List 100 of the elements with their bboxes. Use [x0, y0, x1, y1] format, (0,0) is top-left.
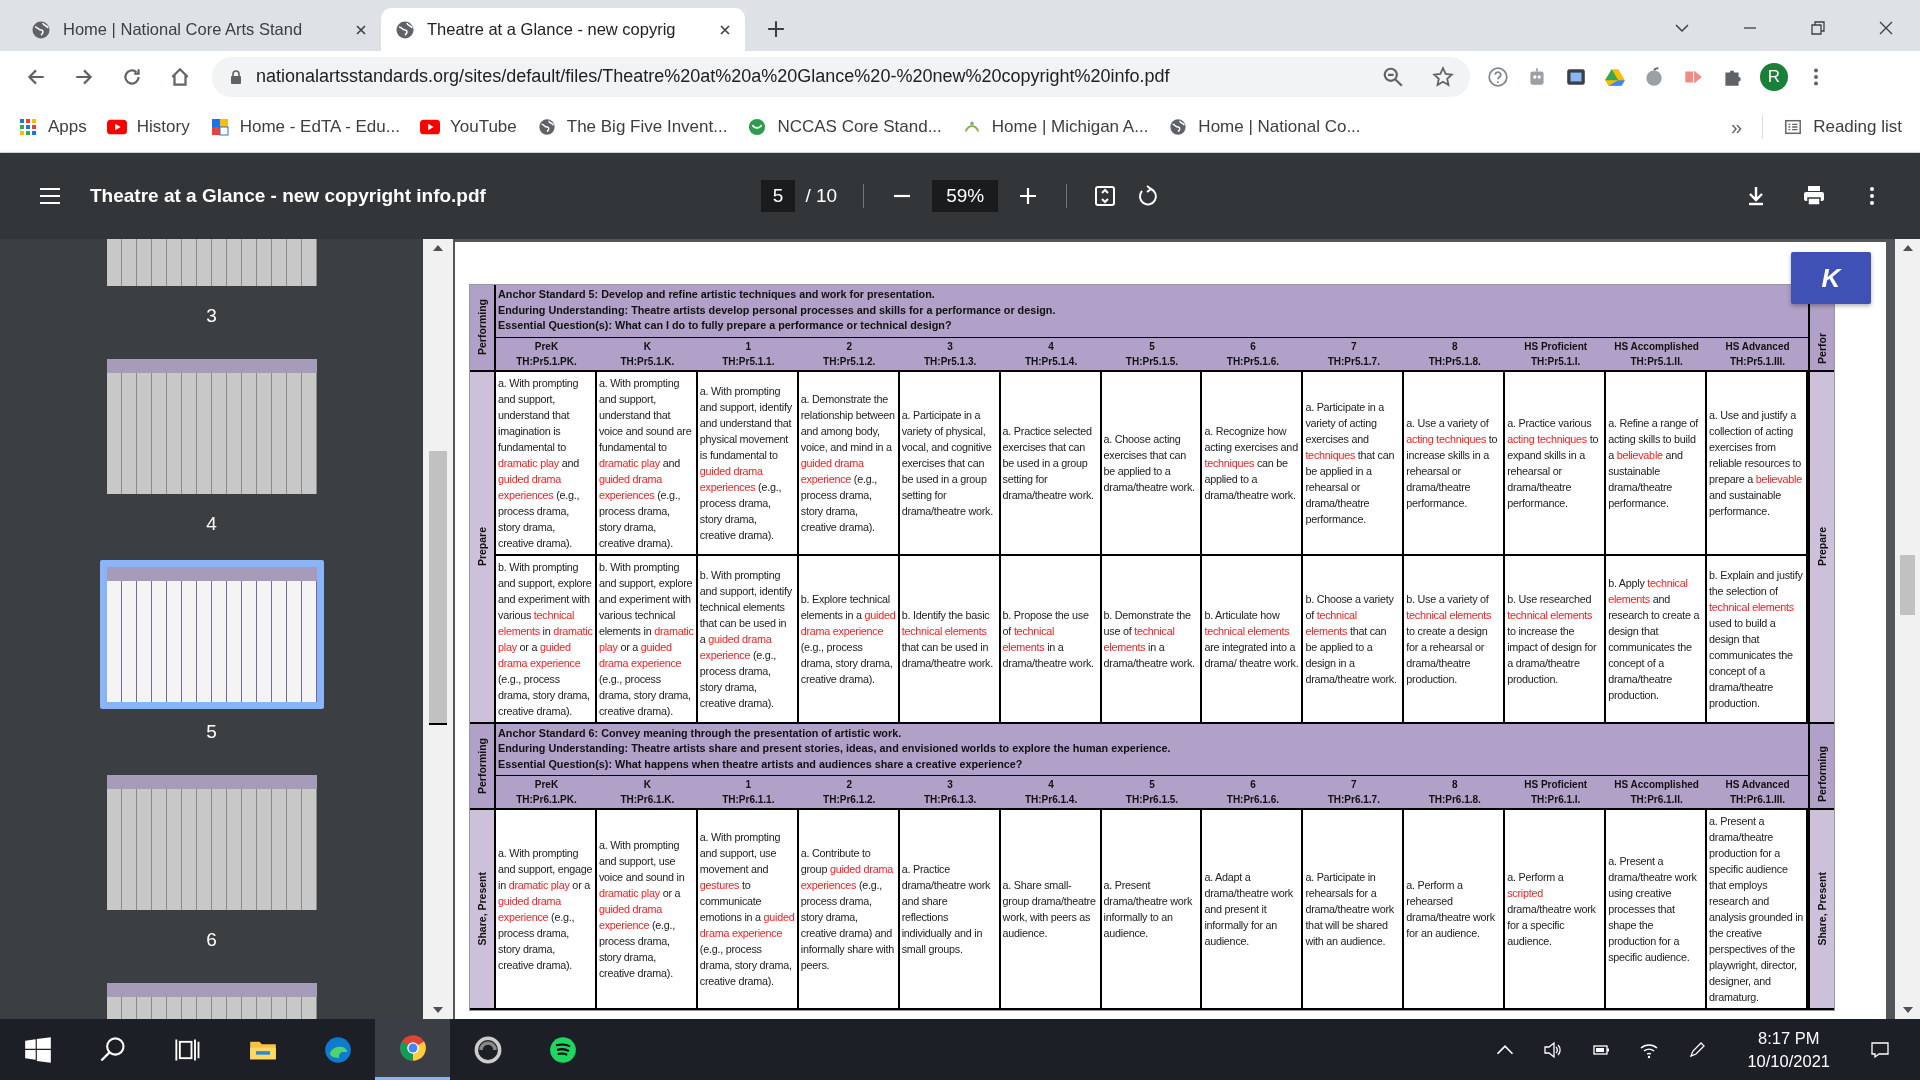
bookmark-link[interactable]: Apps [18, 117, 87, 137]
enduring-understanding-text: Enduring Understanding: Theatre artists share and present stories, ideas, and envisioned worlds to explore the human experience. [498, 741, 1172, 756]
column-header: 5 TH:Pr5.1.5. [1101, 337, 1203, 372]
column-header: 7 TH:Pr6.1.7. [1303, 776, 1405, 810]
scroll-down-arrow-icon[interactable] [433, 1007, 443, 1013]
enduring-understanding-text: Enduring Understanding: Theatre artists develop personal processes and skills for a performance or design. [498, 302, 1057, 318]
page-number-label: 4 [206, 513, 217, 535]
scroll-up-arrow-icon[interactable] [433, 245, 443, 251]
fit-page-icon[interactable] [1093, 184, 1118, 208]
row-header-cell: Prepare [1808, 371, 1834, 724]
table-cell: a. With prompting and support, use movement and gestures to communicate emotions in a guided drama experience (e.g., process drama, story drama, creative drama). [697, 810, 799, 1010]
lock-icon[interactable] [228, 68, 244, 85]
bookmark-link[interactable]: Home | Michigan A... [961, 117, 1149, 137]
plus-icon[interactable] [767, 20, 785, 38]
table-cell: a. Perform a rehearsed drama/theatre work for an audience. [1404, 810, 1506, 1010]
table-cell: a. Practice drama/theatre work and share reflections individually and in small groups. [899, 810, 1001, 1010]
table-cell: a. Present drama/theatre work informally to an audience. [1101, 810, 1203, 1010]
print-icon[interactable] [1802, 184, 1826, 208]
notification-icon[interactable] [1870, 1039, 1890, 1060]
close-icon[interactable] [355, 23, 367, 36]
scrollbar[interactable] [423, 239, 453, 1019]
bookmark-link[interactable]: Home | National Co... [1168, 117, 1361, 137]
page-number-label: 5 [206, 721, 217, 743]
table-cell: a. With prompting and support, engage in dramatic play or a guided drama experience (e.g., process drama, story drama, creative drama). [496, 810, 597, 1010]
page-thumbnail[interactable] [99, 560, 324, 709]
sound-waves-circle-icon [548, 1035, 577, 1064]
grid-icon [18, 118, 38, 136]
page-number-field[interactable]: 5 [760, 180, 796, 212]
zoom-level-field[interactable]: 59% [932, 180, 999, 212]
scrollbar-thumb[interactable] [429, 451, 447, 725]
address-field[interactable]: nationalartsstandards.org/sites/default/files/Theatre%20at%20a%20Glance%20-%20new%20copyright%20info.pdf [212, 56, 1470, 97]
squares-logo-icon [209, 118, 230, 136]
table-cell: a. With prompting and support, identify and understand that physical movement is fundamental to guided drama experiences (e.g., process drama, story drama, creative drama). [697, 371, 799, 556]
table-cell: a. With prompting and support, understand that imagination is fundamental to dramatic play and guided drama experiences (e.g., process drama, story drama, creative drama). [496, 371, 597, 556]
browser-tab[interactable]: Theatre at a Glance - new copyrig [381, 8, 745, 51]
bookmark-link[interactable]: NCCAS Core Stand... [747, 117, 942, 137]
help-icon[interactable] [1487, 65, 1509, 88]
column-header: HS Advanced TH:Pr5.1.III. [1707, 337, 1808, 372]
table-cell: a. Use and justify a collection of acting exercises from reliable resources to prepare a believable and sustainable performance. [1707, 371, 1808, 556]
column-header: 3 TH:Pr6.1.3. [899, 776, 1001, 810]
column-header: 6 TH:Pr5.1.6. [1202, 337, 1304, 372]
column-header: PreK TH:Pr6.1.PK. [496, 776, 597, 810]
circle-logo-icon [747, 118, 768, 136]
column-header: HS Proficient TH:Pr5.1.I. [1505, 337, 1607, 372]
table-cell: a. Participate in rehearsals for a drama/theatre work that will be shared with an audience. [1303, 810, 1405, 1010]
home-icon[interactable] [169, 65, 191, 88]
scroll-down-arrow-icon[interactable] [1902, 1007, 1913, 1013]
table-cell: a. Adapt a drama/theatre work and present it informally for an audience. [1202, 810, 1304, 1010]
table-cell: a. Participate in a variety of acting exercises and techniques that can be applied in a rehearsal or drama/theatre performance. [1303, 371, 1405, 556]
scroll-up-arrow-icon[interactable] [1902, 245, 1913, 251]
table-cell: a. Practice selected exercises that can be used in a group setting for drama/theatre work. [1000, 371, 1102, 556]
column-header: PreK TH:Pr5.1.PK. [496, 337, 597, 372]
globe-icon [1168, 118, 1189, 136]
table-cell: a. Demonstrate the relationship between and among body, voice, and mind in a guided drama experience (e.g., process drama, story drama, creative drama). [798, 371, 900, 556]
table-cell: a. Choose acting exercises that can be applied to a drama/theatre work. [1101, 371, 1203, 556]
column-header: 1 TH:Pr6.1.1. [697, 776, 799, 810]
scrollbar-thumb[interactable] [1900, 555, 1915, 615]
table-cell: a. Present a drama/theatre production for a specific audience that employs research and analysis grounded in the creative perspectives of the playwright, director, designer, and dramaturg. [1707, 810, 1808, 1010]
reading-list-button[interactable]: Reading list [1783, 117, 1902, 137]
globe-icon [536, 118, 557, 136]
four-panes-icon [23, 1035, 52, 1064]
speaker-icon[interactable] [1543, 1039, 1564, 1060]
table-cell: a. Contribute to group guided drama experiences (e.g., process drama, story drama, creative drama) and informally share with peers. [798, 810, 900, 1010]
bookmark-link[interactable]: The Big Five Invent... [536, 117, 728, 137]
close-icon[interactable] [1878, 20, 1894, 36]
row-header-cell: Performing [470, 723, 496, 810]
browser-tab[interactable]: Home | National Core Arts Stand [17, 8, 381, 51]
profile-avatar[interactable]: R [1760, 62, 1788, 91]
star-icon[interactable] [1432, 65, 1454, 88]
table-cell: a. Present a drama/theatre work using creative processes that shape the production for a specific audience. [1606, 810, 1708, 1010]
column-header: 7 TH:Pr5.1.7. [1303, 337, 1405, 372]
bookmark-link[interactable]: History [106, 117, 190, 137]
bookmark-link[interactable]: Home - EdTA - Edu... [209, 117, 400, 137]
row-header-cell: Prepare [470, 371, 496, 724]
column-header: 5 TH:Pr6.1.5. [1101, 776, 1203, 810]
taskbar-button[interactable] [375, 1019, 450, 1080]
column-header: HS Accomplished TH:Pr6.1.II. [1606, 776, 1708, 810]
close-icon[interactable] [719, 23, 731, 36]
table-cell: a. With prompting and support, use voice and sound in dramatic play or a guided drama experience (e.g., process drama, story drama, creative drama). [596, 810, 698, 1010]
restore-icon[interactable] [1810, 20, 1826, 36]
ring-icon [473, 1035, 502, 1064]
column-header: 4 TH:Pr6.1.4. [1000, 776, 1102, 810]
essential-question-text: Essential Question(s): What happens when theatre artists and audiences share a creative experience? [498, 756, 1024, 772]
zoom-icon[interactable] [1382, 65, 1404, 88]
play-button-icon [106, 118, 127, 136]
scrollbar[interactable] [1895, 239, 1920, 1019]
page-number-label: 6 [206, 929, 217, 951]
bookmark-link[interactable]: YouTube [419, 117, 517, 137]
column-header: 2 TH:Pr5.1.2. [798, 337, 900, 372]
column-header: HS Proficient TH:Pr6.1.I. [1505, 776, 1607, 810]
more-bookmarks-button[interactable]: » [1731, 115, 1743, 139]
clock[interactable]: 8:17 PM 10/10/2021 [1747, 1026, 1830, 1073]
table-cell: a. Share small-group drama/theatre work, with peers as audience. [1000, 810, 1102, 1010]
page-number-label: 3 [206, 305, 217, 327]
column-header: 1 TH:Pr5.1.1. [697, 337, 799, 372]
globe-icon [31, 19, 51, 40]
overlay-button[interactable]: K [1791, 252, 1871, 304]
fruit-icon[interactable] [1643, 65, 1665, 88]
row-header-cell: Share, Present [470, 810, 496, 1010]
column-header: HS Accomplished TH:Pr5.1.II. [1606, 337, 1708, 372]
